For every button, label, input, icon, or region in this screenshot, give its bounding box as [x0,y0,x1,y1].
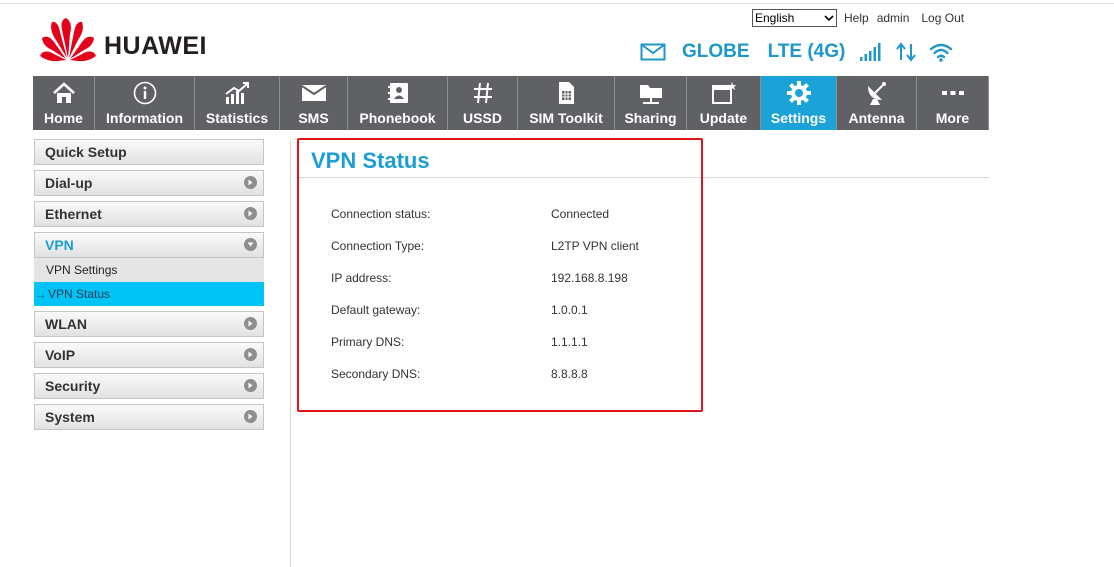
gear-icon [786,81,811,105]
sidebar-item-label: WLAN [45,316,87,332]
sidebar-subitem-label: VPN Settings [46,263,118,277]
satellite-dish-icon [867,82,886,105]
nav-label: More [935,110,970,126]
chart-icon [225,82,249,104]
envelope-icon [300,85,327,101]
nav-home[interactable]: Home [33,76,95,130]
sim-card-icon [559,82,574,104]
sidebar-subitem-vpn-status[interactable]: → VPN Status [34,282,264,306]
mail-icon[interactable] [640,42,666,62]
nav-antenna[interactable]: Antenna [837,76,917,130]
arrow-right-icon: → [36,290,46,301]
sidebar-item-voip[interactable]: VoIP [34,342,264,368]
nav-ussd[interactable]: USSD [448,76,518,130]
signal-strength-icon [860,43,881,61]
chevron-down-icon [824,15,834,22]
nav-update[interactable]: Update [687,76,761,130]
sidebar-item-label: System [45,409,95,425]
top-border [0,3,1114,4]
operator-name: GLOBE [682,41,750,62]
brand-name: HUAWEI [104,32,207,60]
sidebar-item-label: VoIP [45,347,76,363]
settings-sidebar: Quick Setup Dial-up Ethernet VPN VPN Set… [34,139,264,435]
sidebar-item-label: Dial-up [45,175,93,191]
sidebar-subitem-vpn-settings[interactable]: VPN Settings [34,258,264,282]
sidebar-item-ethernet[interactable]: Ethernet [34,201,264,227]
nav-label: SIM Toolkit [529,110,603,126]
sidebar-subitem-label: VPN Status [48,287,111,301]
nav-label: USSD [463,110,502,126]
sidebar-item-quick-setup[interactable]: Quick Setup [34,139,264,165]
nav-label: Home [44,110,83,126]
sidebar-item-label: Ethernet [45,206,102,222]
language-select-value: English [755,11,795,25]
sidebar-item-dialup[interactable]: Dial-up [34,170,264,196]
nav-label: Statistics [205,110,269,126]
sidebar-item-vpn[interactable]: VPN [34,232,264,258]
nav-more[interactable]: More [917,76,989,130]
vertical-divider [290,139,291,567]
nav-sim-toolkit[interactable]: SIM Toolkit [518,76,615,130]
folder-share-icon [639,85,662,104]
contact-book-icon [387,83,408,103]
network-type: LTE (4G) [767,41,846,62]
nav-label: SMS [298,110,329,126]
chevron-right-icon [244,317,257,330]
nav-sharing[interactable]: Sharing [615,76,687,130]
update-window-icon [711,82,736,104]
username: admin [876,11,910,25]
language-select[interactable]: English [752,9,837,27]
chevron-right-icon [244,410,257,423]
sidebar-item-system[interactable]: System [34,404,264,430]
wifi-icon [930,43,953,62]
nav-sms[interactable]: SMS [280,76,348,130]
main-nav: Home Information Statistics SMS Phoneboo… [33,76,989,130]
sidebar-item-label: VPN [45,237,74,253]
nav-label: Phonebook [359,110,436,126]
hash-icon [473,82,492,104]
info-icon [133,81,156,105]
nav-label: Antenna [848,110,905,126]
chevron-right-icon [244,176,257,189]
sidebar-item-security[interactable]: Security [34,373,264,399]
nav-settings[interactable]: Settings [761,76,837,130]
sidebar-item-wlan[interactable]: WLAN [34,311,264,337]
sidebar-item-label: Security [45,378,101,394]
status-bar: GLOBE LTE (4G) [640,38,953,66]
sidebar-item-label: Quick Setup [45,144,127,160]
data-transfer-icon [896,42,917,62]
chevron-right-icon [244,379,257,392]
chevron-right-icon [244,207,257,220]
nav-information[interactable]: Information [95,76,195,130]
vpn-submenu: VPN Settings → VPN Status [34,258,264,306]
more-dots-icon [941,91,964,95]
logout-link[interactable]: Log Out [921,11,964,25]
highlight-annotation-box [297,138,703,412]
chevron-right-icon [244,348,257,361]
home-icon [52,82,75,103]
chevron-down-icon [244,238,257,251]
nav-phonebook[interactable]: Phonebook [348,76,448,130]
nav-label: Settings [770,110,827,126]
nav-label: Sharing [624,110,677,126]
nav-statistics[interactable]: Statistics [195,76,280,130]
help-link[interactable]: Help [844,11,869,25]
nav-label: Update [699,110,748,126]
top-links: English Help admin Log Out [752,9,972,27]
nav-label: Information [106,110,183,126]
